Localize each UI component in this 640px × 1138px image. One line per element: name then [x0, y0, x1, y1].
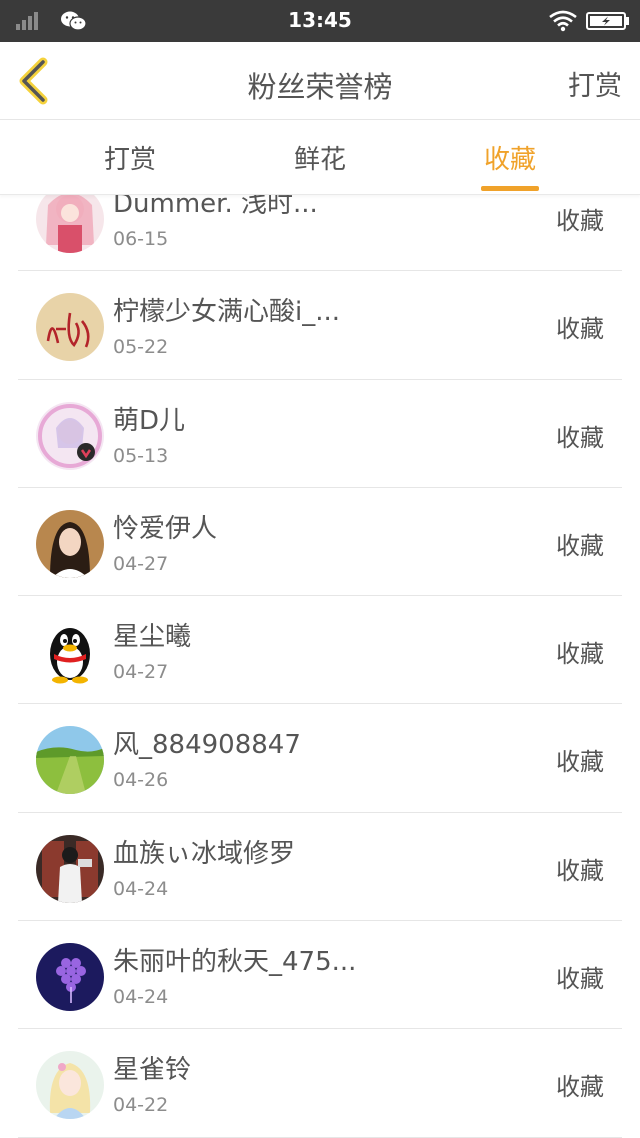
user-name: 朱丽叶的秋天_475... — [113, 947, 357, 978]
user-name: 星尘曦 — [113, 622, 192, 653]
list-item[interactable]: 星尘曦 04-27 收藏 — [0, 596, 640, 705]
tab-bar: 打赏 鲜花 收藏 — [0, 121, 640, 195]
avatar — [36, 834, 104, 903]
avatar — [36, 509, 104, 578]
user-name: 萌D儿 — [113, 405, 186, 436]
date: 05-22 — [113, 336, 169, 359]
user-name: 柠檬少女满心酸i_... — [113, 297, 341, 328]
status-bar: 13:45 — [0, 0, 640, 42]
favorite-label: 收藏 — [556, 531, 604, 560]
date: 04-27 — [113, 552, 169, 575]
user-name: 血族ぃ冰域修罗 — [113, 838, 296, 869]
favorite-label: 收藏 — [556, 423, 604, 452]
tab-favorites[interactable]: 收藏 — [460, 139, 560, 176]
avatar — [36, 726, 104, 795]
list-item[interactable]: 星雀铃 04-22 收藏 — [0, 1029, 640, 1138]
list-item[interactable]: 怜爱伊人 04-27 收藏 — [0, 488, 640, 597]
battery-icon — [586, 12, 629, 30]
wifi-icon — [549, 10, 577, 32]
user-name: 星雀铃 — [113, 1055, 192, 1086]
favorite-label: 收藏 — [556, 315, 604, 344]
date: 05-13 — [113, 444, 169, 467]
favorite-label: 收藏 — [556, 965, 604, 994]
avatar — [36, 618, 104, 687]
date: 04-26 — [113, 769, 169, 792]
list-item[interactable]: 风_884908847 04-26 收藏 — [0, 704, 640, 813]
avatar — [36, 943, 104, 1012]
status-time: 13:45 — [288, 8, 352, 32]
list-item[interactable]: 血族ぃ冰域修罗 04-24 收藏 — [0, 813, 640, 922]
date: 04-27 — [113, 661, 169, 684]
avatar — [36, 185, 104, 253]
list-item[interactable]: 朱丽叶的秋天_475... 04-24 收藏 — [0, 921, 640, 1030]
avatar — [36, 401, 104, 470]
date: 04-22 — [113, 1094, 169, 1117]
list-item[interactable]: 柠檬少女满心酸i_... 05-22 收藏 — [0, 271, 640, 380]
date: 04-24 — [113, 986, 169, 1009]
fan-list: Dummer. 浅时... 06-15 收藏 柠檬少女满心酸i_... 05-2… — [0, 163, 640, 1138]
list-item[interactable]: 萌D儿 05-13 收藏 — [0, 380, 640, 488]
tab-flowers[interactable]: 鲜花 — [270, 139, 370, 176]
user-name: 怜爱伊人 — [113, 513, 218, 544]
header: 粉丝荣誉榜 打赏 — [0, 42, 640, 120]
favorite-label: 收藏 — [556, 207, 604, 235]
tab-reward[interactable]: 打赏 — [80, 139, 180, 176]
reward-button[interactable]: 打赏 — [568, 64, 622, 103]
page-title: 粉丝荣誉榜 — [247, 70, 393, 104]
date: 04-24 — [113, 877, 169, 900]
favorite-label: 收藏 — [556, 1073, 604, 1102]
avatar — [36, 293, 104, 362]
favorite-label: 收藏 — [556, 640, 604, 669]
avatar — [36, 1051, 104, 1120]
date: 06-15 — [113, 228, 169, 250]
active-tab-indicator — [481, 186, 539, 191]
favorite-label: 收藏 — [556, 856, 604, 885]
user-name: 风_884908847 — [113, 730, 301, 761]
favorite-label: 收藏 — [556, 748, 604, 777]
